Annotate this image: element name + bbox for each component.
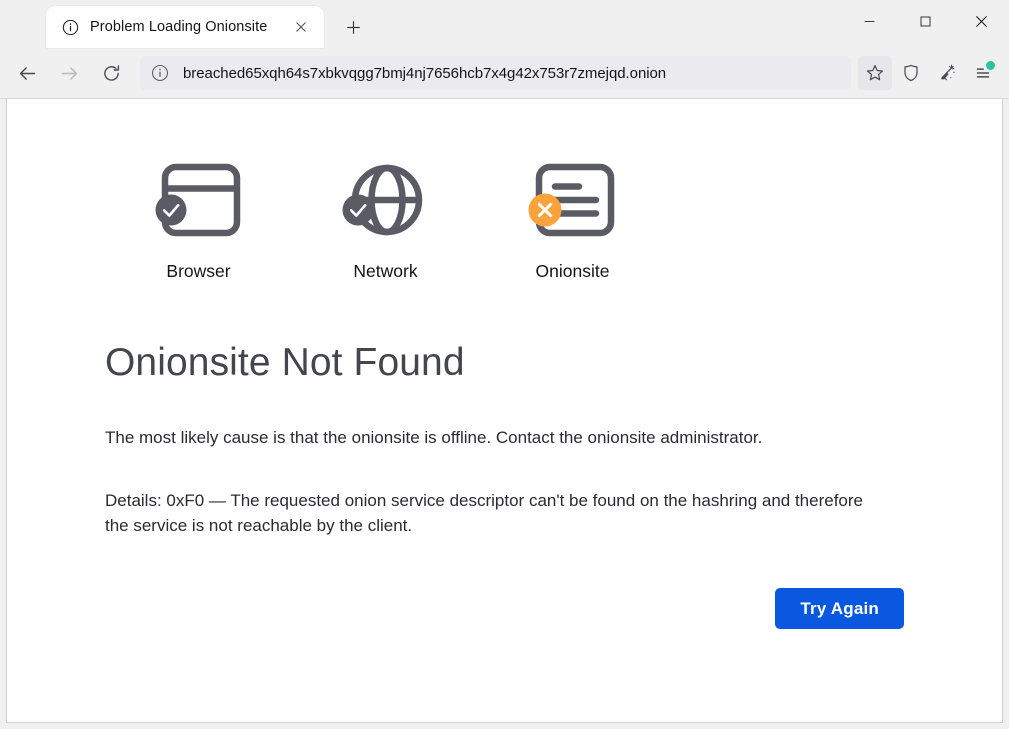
tab-strip: Problem Loading Onionsite [0,0,369,48]
status-label-network: Network [353,261,417,282]
app-menu-icon[interactable] [966,56,1000,90]
status-label-onionsite: Onionsite [536,261,610,282]
title-bar: Problem Loading Onionsite [0,0,1009,48]
forward-button [50,56,88,90]
tab-title: Problem Loading Onionsite [90,19,274,35]
url-bar[interactable]: breached65xqh64s7xbkvqgg7bmj4nj7656hcb7x… [140,56,851,90]
content-area-wrapper: Browser Network [0,99,1009,729]
new-identity-broom-icon[interactable] [930,56,964,90]
maximize-button[interactable] [897,0,953,42]
status-item-onionsite: Onionsite [479,157,666,282]
new-tab-button[interactable] [337,11,369,43]
close-tab-icon[interactable] [288,14,314,40]
info-circle-icon [62,19,79,36]
globe-icon [334,157,438,243]
page-content: Browser Network [6,99,1003,723]
close-button[interactable] [953,0,1009,42]
status-icon-row: Browser Network [105,157,1002,282]
status-item-browser: Browser [105,157,292,282]
browser-tab[interactable]: Problem Loading Onionsite [46,6,324,48]
back-button[interactable] [8,56,46,90]
status-label-browser: Browser [166,261,230,282]
button-row: Try Again [105,588,904,629]
minimize-button[interactable] [841,0,897,42]
page-title: Onionsite Not Found [105,342,1002,385]
info-circle-icon[interactable] [151,64,169,82]
url-text[interactable]: breached65xqh64s7xbkvqgg7bmj4nj7656hcb7x… [183,65,666,82]
menu-update-badge [986,61,995,70]
try-again-button[interactable]: Try Again [775,588,904,629]
error-page: Browser Network [7,99,1002,629]
status-item-network: Network [292,157,479,282]
browser-window-icon [147,157,251,243]
reload-button[interactable] [92,56,130,90]
navigation-toolbar: breached65xqh64s7xbkvqgg7bmj4nj7656hcb7x… [0,48,1009,99]
bookmark-star-icon[interactable] [858,56,892,90]
error-description: The most likely cause is that the onions… [105,425,875,450]
shield-icon[interactable] [894,56,928,90]
error-details: Details: 0xF0 — The requested onion serv… [105,488,875,538]
document-lines-icon [521,157,625,243]
window-controls [841,0,1009,42]
